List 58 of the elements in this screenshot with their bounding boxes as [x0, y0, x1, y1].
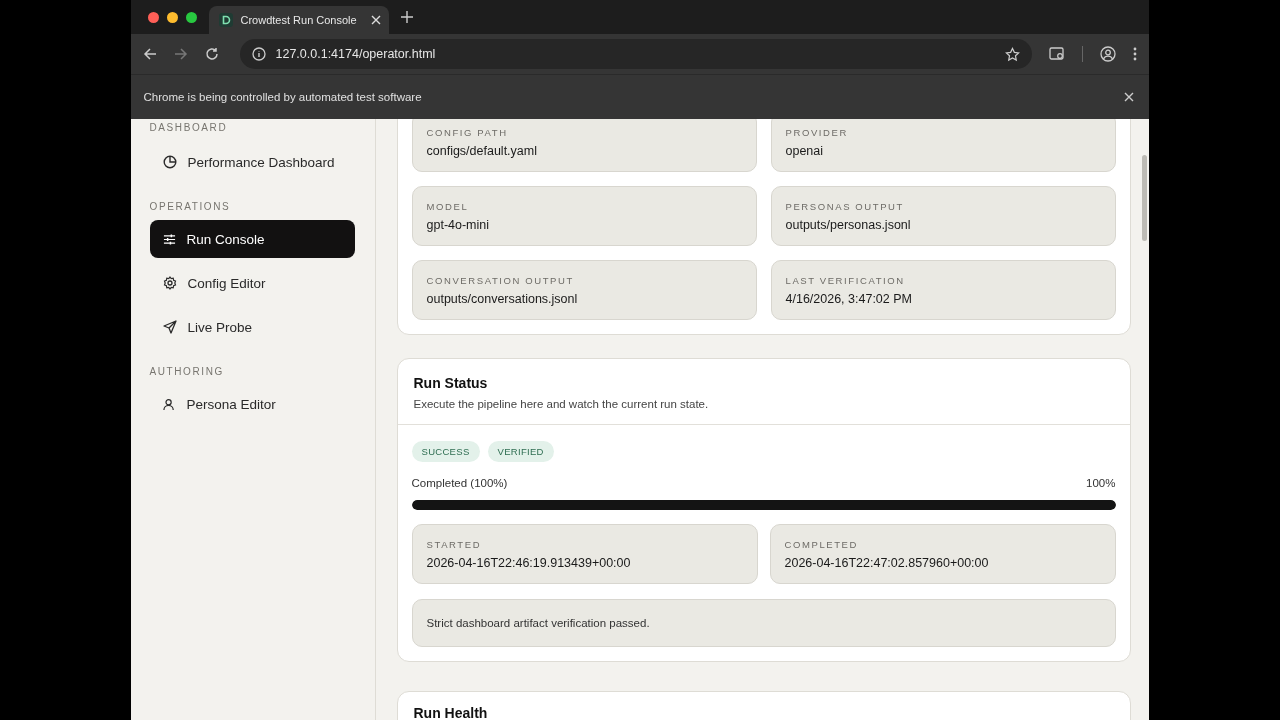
nav-item[interactable]: Run Console	[149, 220, 355, 258]
field-label: PROVIDER	[785, 126, 849, 138]
nav-item[interactable]: Live Probe	[149, 308, 355, 346]
field-label: COMPLETED	[784, 538, 860, 550]
field-value: 2026-04-16T22:47:02.857960+00:00	[784, 555, 990, 570]
field-label: PERSONAS OUTPUT	[785, 200, 905, 212]
section-label: DASHBOARD	[149, 122, 229, 133]
tab-title: Crowdtest Run Console	[240, 14, 358, 26]
send-icon	[162, 320, 177, 334]
settings-icon	[162, 276, 177, 290]
field-value: configs/default.yaml	[426, 143, 538, 158]
zoom-window-button[interactable]	[185, 11, 197, 23]
search-tabs-icon[interactable]	[1048, 46, 1065, 62]
section-label: AUTHORING	[149, 366, 225, 377]
favicon-icon	[218, 13, 233, 27]
infobar-message: Chrome is being controlled by automated test software	[143, 91, 422, 103]
section-label: OPERATIONS	[149, 201, 232, 212]
close-window-button[interactable]	[147, 11, 159, 23]
card-title: Run Status	[413, 375, 489, 391]
menu-icon[interactable]	[1132, 46, 1137, 62]
forward-icon[interactable]	[173, 47, 188, 61]
field-value: outputs/conversations.jsonl	[426, 291, 579, 306]
field-value: openai	[785, 143, 825, 158]
field-value: 2026-04-16T22:46:19.913439+00:00	[426, 555, 632, 570]
star-icon[interactable]	[1004, 46, 1020, 62]
field-label: CONVERSATION OUTPUT	[426, 274, 575, 286]
message-text: Strict dashboard artifact verification passed.	[426, 617, 650, 629]
browser-tab[interactable]: Crowdtest Run Console	[208, 6, 389, 34]
field-value: 4/16/2026, 3:47:02 PM	[785, 291, 913, 306]
back-icon[interactable]	[142, 47, 157, 61]
close-icon[interactable]	[370, 15, 381, 25]
status-badge: VERIFIED	[487, 441, 554, 462]
minimize-window-button[interactable]	[166, 11, 178, 23]
reload-icon[interactable]	[204, 47, 219, 61]
url-text: 127.0.0.1:4174/operator.html	[275, 47, 437, 61]
field-label: STARTED	[426, 538, 483, 550]
field-label: LAST VERIFICATION	[785, 274, 906, 286]
person-icon	[162, 397, 176, 411]
field-label: MODEL	[426, 200, 470, 212]
scrollbar-thumb[interactable]	[1141, 155, 1147, 241]
pie-chart-icon	[162, 155, 177, 169]
card-title: Run Health	[413, 706, 489, 720]
nav-item[interactable]: Config Editor	[149, 264, 355, 302]
progress-label: Completed (100%)	[411, 477, 508, 489]
field-value: gpt-4o-mini	[426, 217, 491, 232]
close-icon[interactable]	[1123, 92, 1134, 102]
address-bar[interactable]: 127.0.0.1:4174/operator.html	[239, 39, 1032, 69]
profile-icon[interactable]	[1099, 46, 1116, 62]
progress-reading: 100%	[1086, 477, 1116, 489]
nav-item[interactable]: Performance Dashboard	[149, 143, 355, 181]
sliders-icon	[162, 232, 176, 246]
status-badge: SUCCESS	[411, 441, 480, 462]
card-subtitle: Execute the pipeline here and watch the current run state.	[413, 398, 710, 410]
field-value: outputs/personas.jsonl	[785, 217, 912, 232]
nav-item[interactable]: Persona Editor	[149, 385, 355, 423]
field-label: CONFIG PATH	[426, 126, 509, 138]
new-tab-icon[interactable]	[400, 11, 413, 23]
info-icon[interactable]	[251, 47, 266, 61]
